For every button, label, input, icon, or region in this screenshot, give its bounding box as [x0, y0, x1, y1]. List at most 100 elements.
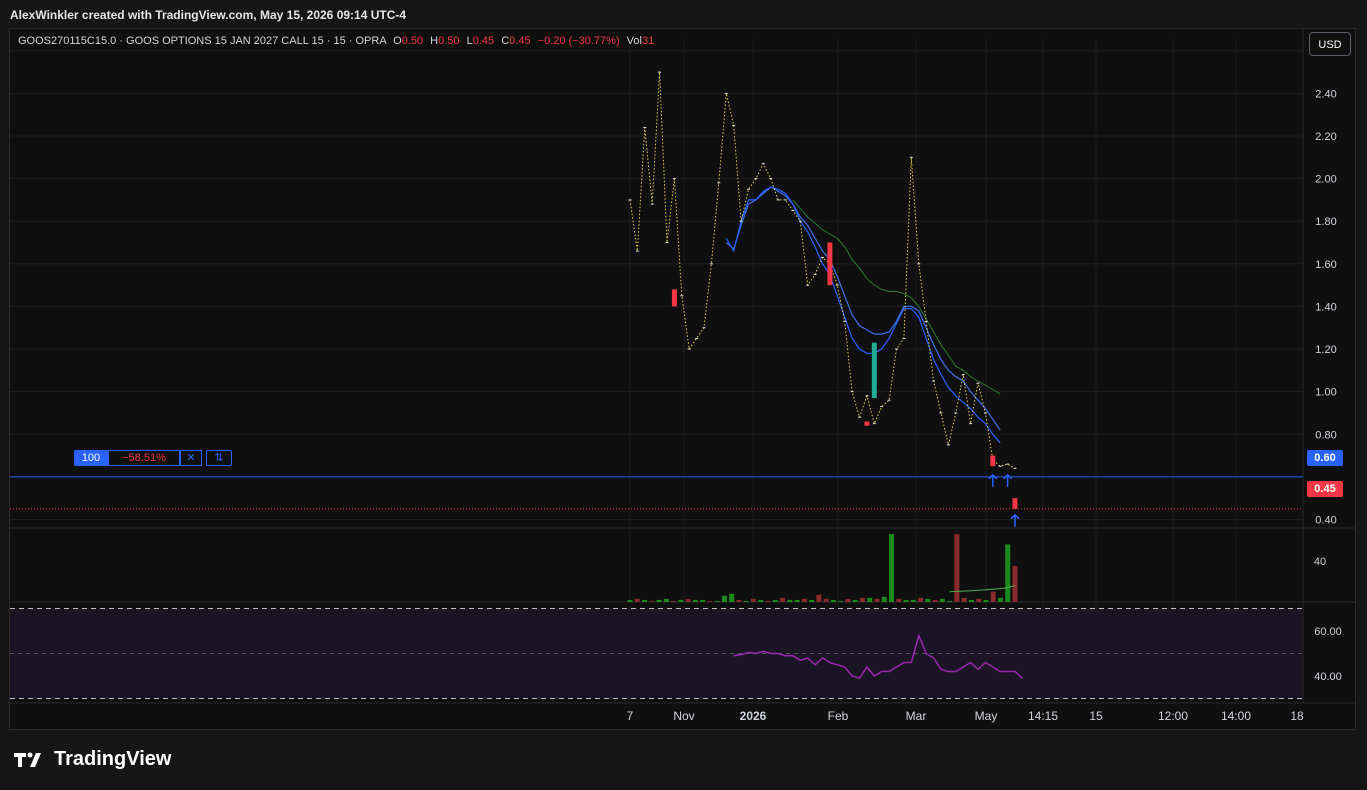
time-axis-label: 14:00	[1221, 709, 1251, 723]
volume-bar	[910, 599, 916, 602]
price-axis-label: 0.40	[1315, 514, 1336, 526]
volume-bar	[859, 597, 865, 602]
volume-bar	[772, 599, 778, 602]
chart-svg[interactable]: 2.602.402.202.001.801.601.401.201.000.80…	[0, 0, 1367, 790]
volume-bar	[736, 599, 742, 602]
volume-bar	[656, 599, 662, 602]
price-axis-label: 2.40	[1315, 88, 1336, 100]
volume-bar	[801, 598, 807, 602]
volume-bar	[997, 597, 1003, 602]
volume-bar	[634, 598, 640, 602]
volume-bar	[721, 595, 727, 602]
change-value: −0.20 (−30.77%)	[537, 35, 620, 47]
buy-arrow-icon	[988, 473, 998, 487]
entry-price-tag: 0.60	[1307, 450, 1343, 466]
price-axis-label: 2.20	[1315, 131, 1336, 143]
candle	[990, 455, 996, 467]
volume-bar	[678, 599, 684, 602]
ma-mid-line	[725, 186, 1001, 431]
price-axis-label: 1.60	[1315, 259, 1336, 271]
volume-bar	[692, 599, 698, 602]
candle	[827, 242, 833, 286]
volume-bar	[627, 599, 633, 602]
volume-bar	[838, 600, 844, 602]
volume-bar	[845, 598, 851, 602]
low-value: 0.45	[472, 35, 495, 47]
position-quantity[interactable]: 100	[74, 450, 108, 466]
volume-bar	[816, 594, 822, 602]
price-dotted-line	[629, 72, 1016, 469]
price-axis-label: 1.80	[1315, 216, 1336, 228]
volume-bar	[729, 593, 735, 602]
volume-bar	[823, 598, 829, 602]
reverse-position-icon[interactable]: ⇅	[206, 450, 232, 466]
volume-bar	[903, 599, 909, 602]
close-value: 0.45	[509, 35, 531, 47]
volume-bar	[750, 598, 756, 602]
tradingview-logo-icon	[14, 752, 41, 767]
volume-bar	[881, 596, 887, 602]
volume-bar	[1012, 566, 1018, 602]
time-axis-label: 7	[627, 709, 634, 723]
close-position-icon[interactable]: ✕	[180, 450, 202, 466]
volume-bar	[794, 599, 800, 602]
price-axis-label: 1.40	[1315, 301, 1336, 313]
time-axis-label: Mar	[906, 709, 927, 723]
volume-bar	[968, 599, 974, 602]
rsi-axis-label: 40.00	[1314, 671, 1342, 683]
buy-arrow-icon	[1003, 473, 1013, 487]
high-value: 0.50	[438, 35, 460, 47]
volume-bar	[765, 600, 771, 602]
time-axis-label: 12:00	[1158, 709, 1188, 723]
volume-bar	[685, 598, 691, 602]
volume-value: 31	[641, 35, 655, 47]
ma-fast-line	[725, 186, 1001, 444]
volume-bar	[867, 597, 873, 602]
volume-bar	[758, 599, 764, 602]
time-axis-label: 14:15	[1028, 709, 1058, 723]
brand-footer[interactable]: TradingView	[12, 748, 171, 771]
rsi-axis-label: 60.00	[1314, 626, 1342, 638]
last-price-tag: 0.45	[1307, 481, 1343, 497]
price-axis-label: 1.00	[1315, 387, 1336, 399]
currency-button[interactable]: USD	[1309, 32, 1351, 56]
volume-bar	[961, 597, 967, 602]
volume-bar	[852, 599, 858, 602]
volume-axis-label: 40	[1314, 556, 1326, 568]
buy-arrow-icon	[1010, 513, 1020, 527]
ma-slow-line	[792, 199, 1001, 395]
volume-ma-line	[949, 585, 1016, 593]
volume-bar	[642, 599, 648, 602]
volume-bar	[896, 598, 902, 602]
volume-bar	[874, 598, 880, 602]
symbol-legend: GOOS270115C15.0 · GOOS OPTIONS 15 JAN 20…	[18, 35, 654, 47]
time-axis-label: Feb	[828, 709, 849, 723]
time-axis-label: May	[975, 709, 998, 723]
time-axis-label: 15	[1089, 709, 1103, 723]
symbol-title: GOOS270115C15.0 · GOOS OPTIONS 15 JAN 20…	[18, 35, 387, 47]
position-pl: −58.51%	[108, 450, 180, 466]
price-axis-label: 0.80	[1315, 429, 1336, 441]
volume-bar	[939, 598, 945, 602]
volume-bar	[976, 598, 982, 602]
volume-bar	[700, 599, 706, 602]
candle	[671, 289, 677, 307]
high-label: H	[430, 35, 439, 47]
volume-bar	[809, 599, 815, 602]
close-label: C	[501, 35, 510, 47]
volume-bar	[918, 597, 924, 602]
brand-name: TradingView	[54, 748, 172, 770]
volume-bar	[889, 534, 895, 602]
price-axis-label: 2.00	[1315, 174, 1336, 186]
time-axis-label: Nov	[673, 709, 694, 723]
candle	[871, 342, 877, 399]
time-axis-label: 2026	[740, 709, 767, 723]
time-axis-label: 18	[1290, 709, 1304, 723]
volume-label: Vol	[626, 35, 642, 47]
position-label[interactable]: 100 −58.51% ✕ ⇅	[74, 450, 232, 466]
volume-bar	[947, 600, 953, 602]
volume-bar	[1005, 544, 1011, 602]
volume-bar	[743, 600, 749, 602]
open-label: O	[393, 35, 402, 47]
volume-bar	[714, 600, 720, 602]
